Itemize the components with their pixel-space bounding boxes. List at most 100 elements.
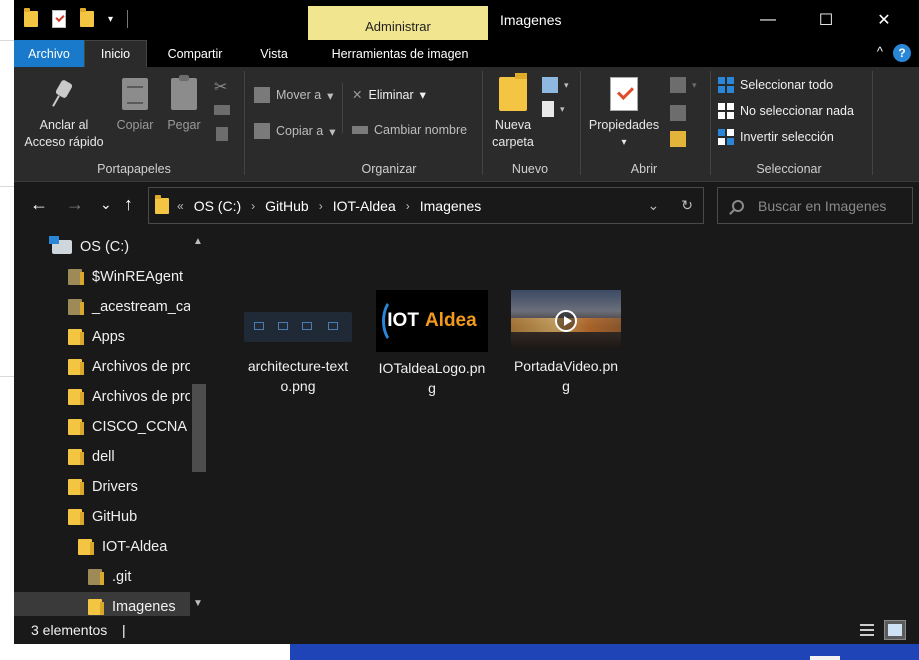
move-to-button[interactable]: Mover a ▾ [254,87,333,103]
close-button[interactable]: ✕ [855,0,913,40]
new-item-button[interactable]: ▾ [542,77,569,93]
file-item[interactable]: architecture-text o.png [236,290,360,396]
nav-item[interactable]: GitHub [14,502,190,532]
collapse-ribbon-icon[interactable]: ^ [877,44,883,62]
nav-scrollbar[interactable]: ▲ ▼ [190,230,206,616]
breadcrumb-iot-aldea[interactable]: IOT-Aldea [333,198,396,214]
open-icon [670,77,686,93]
nav-item-label: CISCO_CCNA [92,419,188,435]
invert-selection-icon [718,129,734,145]
nav-item[interactable]: IOT-Aldea [14,532,190,562]
forward-icon[interactable]: → [66,194,84,215]
file-thumbnail [244,312,352,342]
copy-to-button[interactable]: Copiar a ▾ [254,123,336,139]
new-folder-icon[interactable] [80,8,94,27]
nav-item-selected[interactable]: Imagenes [14,592,190,616]
back-icon[interactable]: ← [30,194,48,215]
select-none-button[interactable]: No seleccionar nada [718,103,854,119]
file-name-line1: PortadaVideo.pn [513,358,619,374]
file-name-line2: g [428,380,436,396]
help-icon[interactable]: ? [893,44,911,62]
copy-button[interactable]: Copiar [112,77,158,134]
breadcrumb-github[interactable]: GitHub [265,198,309,214]
chevron-right-icon[interactable]: › [319,199,323,213]
large-icons-view-icon [888,624,902,636]
folder-icon[interactable] [24,8,38,27]
invert-selection-button[interactable]: Invertir selección [718,129,834,145]
nav-item[interactable]: Drivers [14,472,190,502]
file-item[interactable]: PortadaVideo.pn g [504,290,628,396]
select-all-button[interactable]: Seleccionar todo [718,77,833,93]
chevron-right-icon[interactable]: › [406,199,410,213]
nav-item-label: Archivos de pro [92,389,190,405]
breadcrumb-imagenes[interactable]: Imagenes [420,198,481,214]
pin-label-line2: Acceso rápido [24,135,104,149]
address-dropdown-icon[interactable]: ⌄ [648,197,660,214]
nav-item-label: GitHub [92,509,138,525]
properties-button[interactable]: Propiedades ▾ [584,77,664,151]
large-icons-view-button[interactable] [884,620,906,640]
tab-compartir[interactable]: Compartir [154,40,236,67]
status-bar: 3 elementos | [14,616,919,644]
nav-item[interactable]: Archivos de pro [14,352,190,382]
overflow-icon[interactable]: « [177,199,184,213]
details-view-button[interactable] [856,620,878,640]
scrollbar-thumb[interactable] [192,384,206,472]
tab-herramientas-imagen[interactable]: Herramientas de imagen [312,40,488,67]
nav-item[interactable]: .git [14,562,190,592]
tab-archivo[interactable]: Archivo [14,40,84,67]
refresh-icon[interactable]: ↻ [681,197,693,214]
tab-administrar[interactable]: Administrar [308,6,488,40]
scroll-down-icon[interactable]: ▼ [193,598,203,609]
breadcrumb-os[interactable]: OS (C:) [194,198,241,214]
pin-quick-access-button[interactable]: Anclar al Acceso rápido [20,77,108,151]
edit-button[interactable] [670,105,686,121]
scroll-up-icon[interactable]: ▲ [193,236,203,247]
folder-icon [68,269,84,285]
cut-icon[interactable]: ✂ [214,77,227,97]
drive-icon [49,236,72,254]
nav-item[interactable]: _acestream_cac [14,292,190,322]
new-item-icon [542,77,558,93]
nav-item[interactable]: Archivos de pro [14,382,190,412]
recent-locations-icon[interactable]: ⌄ [100,196,112,213]
search-input[interactable]: Buscar en Imagenes [717,187,913,224]
folder-icon [88,599,104,615]
up-icon[interactable]: ↑ [124,194,133,215]
file-item[interactable]: IOT Aldea IOTaldeaLogo.pn g [370,290,494,398]
copy-icon [122,78,148,110]
maximize-button[interactable]: ☐ [797,0,855,40]
move-dropdown-icon: ▾ [327,88,334,103]
open-button[interactable]: ▾ [670,77,697,93]
search-placeholder: Buscar en Imagenes [758,197,887,214]
properties-icon[interactable] [52,10,66,28]
rename-button[interactable]: Cambiar nombre [352,123,467,137]
new-folder-button[interactable]: Nueva carpeta [488,73,538,151]
folder-icon [68,509,84,525]
file-thumbnail [511,290,621,350]
paste-shortcut-icon[interactable] [216,127,228,141]
group-separator [580,71,581,175]
tab-vista[interactable]: Vista [246,40,302,67]
history-button[interactable] [670,131,686,147]
properties-icon [610,77,638,111]
chevron-right-icon[interactable]: › [251,199,255,213]
nav-item[interactable]: Apps [14,322,190,352]
properties-label: Propiedades [588,118,660,132]
group-organizar: Organizar [361,162,417,176]
nav-item[interactable]: CISCO_CCNA [14,412,190,442]
nav-item-drive[interactable]: OS (C:) [14,232,190,262]
folder-icon [68,389,84,405]
paste-button[interactable]: Pegar [162,75,206,134]
qat-dropdown-icon[interactable]: ▾ [108,14,113,25]
address-bar[interactable]: « OS (C:) › GitHub › IOT-Aldea › Imagene… [148,187,704,224]
copy-to-label: Copiar a [276,124,324,138]
easy-access-button[interactable]: ▾ [542,101,565,117]
minimize-button[interactable]: — [739,0,797,40]
file-view: architecture-text o.png IOT Aldea IOTald… [210,230,919,616]
nav-item[interactable]: $WinREAgent [14,262,190,292]
copy-path-icon[interactable] [214,105,230,115]
delete-button[interactable]: ✕ Eliminar ▾ [352,87,426,103]
nav-item[interactable]: dell [14,442,190,472]
tab-inicio[interactable]: Inicio [84,40,147,67]
